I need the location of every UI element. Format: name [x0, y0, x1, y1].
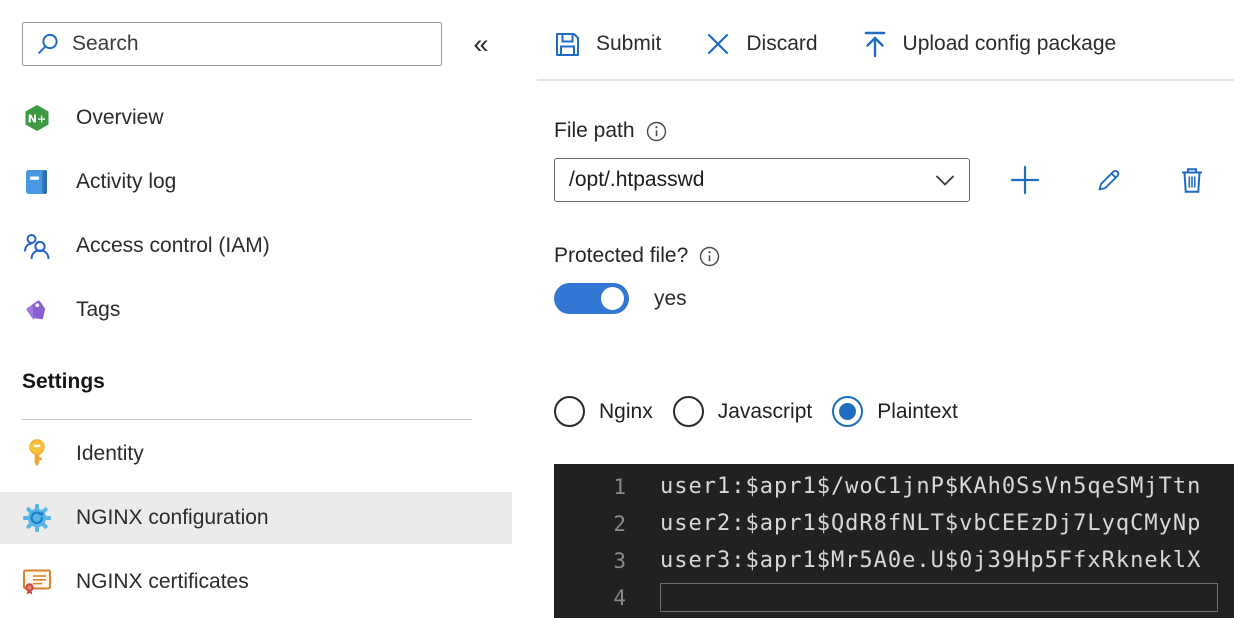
sidebar-item-label: Activity log — [76, 170, 177, 193]
pencil-icon — [1095, 166, 1123, 194]
discard-button[interactable]: Discard — [705, 31, 818, 57]
radio-circle-icon — [832, 396, 864, 427]
nginx-configuration-panel: Submit Discard Upload config package Fil… — [537, 0, 1234, 618]
sidebar-item-label: Access control (IAM) — [76, 234, 270, 257]
radio-label: Javascript — [717, 399, 813, 423]
editor-current-line-box[interactable] — [660, 583, 1218, 612]
editor-line[interactable]: 1 user1:$apr1$/woC1jnP$KAh0SsVn5qeSMjTtn — [554, 468, 1234, 505]
sidebar-item-tags[interactable]: Tags — [0, 288, 512, 332]
sidebar-item-label: Identity — [76, 442, 144, 465]
radio-nginx[interactable]: Nginx — [554, 396, 653, 427]
protected-file-label: Protected file? — [554, 244, 689, 267]
sidebar-item-overview[interactable]: N+ Overview — [0, 96, 512, 140]
radio-label: Plaintext — [877, 399, 958, 423]
editor-line[interactable]: 2 user2:$apr1$QdR8fNLT$vbCEEzDj7LyqCMyNp — [554, 505, 1234, 542]
sidebar-item-label: Tags — [76, 298, 121, 321]
settings-divider — [22, 419, 472, 420]
sidebar-item-identity[interactable]: Identity — [0, 432, 512, 476]
certificate-icon — [22, 567, 52, 597]
sidebar: « N+ Overview Activity log — [0, 0, 512, 618]
edit-file-button[interactable] — [1086, 158, 1132, 202]
sidebar-item-access-control[interactable]: Access control (IAM) — [0, 224, 512, 268]
search-icon — [36, 32, 60, 56]
upload-label: Upload config package — [902, 32, 1117, 55]
radio-circle-icon — [554, 396, 585, 427]
discard-label: Discard — [746, 32, 818, 55]
info-icon[interactable] — [699, 246, 720, 267]
code-editor[interactable]: 1 user1:$apr1$/woC1jnP$KAh0SsVn5qeSMjTtn… — [554, 464, 1234, 618]
line-number: 1 — [613, 474, 626, 499]
sidebar-search-box[interactable] — [22, 22, 442, 66]
radio-plaintext[interactable]: Plaintext — [832, 396, 958, 427]
settings-section-heading: Settings — [22, 370, 105, 393]
sidebar-item-label: NGINX certificates — [76, 570, 249, 593]
sidebar-item-activity-log[interactable]: Activity log — [0, 160, 512, 204]
line-number: 2 — [613, 511, 626, 536]
close-icon — [705, 31, 731, 57]
protected-file-state: yes — [654, 286, 687, 310]
editor-line[interactable]: 4 — [554, 579, 1234, 616]
file-path-label-row: File path — [554, 119, 667, 143]
plus-icon — [1009, 164, 1041, 196]
submit-button[interactable]: Submit — [554, 31, 661, 58]
nginx-logo-icon: N+ — [22, 103, 52, 133]
line-text: user1:$apr1$/woC1jnP$KAh0SsVn5qeSMjTtn — [660, 474, 1202, 499]
add-file-button[interactable] — [1002, 158, 1048, 202]
save-icon — [554, 31, 581, 58]
sidebar-item-nginx-configuration[interactable]: NGINX configuration — [0, 492, 512, 544]
info-icon[interactable] — [646, 121, 667, 142]
radio-circle-icon — [672, 396, 704, 427]
sidebar-item-label: Overview — [76, 106, 164, 129]
delete-file-button[interactable] — [1169, 158, 1215, 202]
upload-config-package-button[interactable]: Upload config package — [862, 30, 1117, 58]
radio-label: Nginx — [599, 399, 653, 423]
submit-label: Submit — [596, 32, 662, 55]
trash-icon — [1179, 166, 1205, 194]
line-text: user3:$apr1$Mr5A0e.U$0j39Hp5FfxRkneklX — [660, 548, 1202, 573]
file-path-label: File path — [554, 119, 635, 142]
file-format-radio-group: Nginx Javascript Plaintext — [554, 396, 958, 427]
command-bar: Submit Discard Upload config package — [554, 20, 1116, 68]
activity-log-icon — [22, 167, 52, 197]
sidebar-item-nginx-certificates[interactable]: NGINX certificates — [0, 560, 512, 604]
protected-file-toggle[interactable] — [554, 283, 629, 314]
collapse-sidebar-icon[interactable]: « — [460, 24, 502, 64]
upload-icon — [862, 30, 888, 58]
svg-text:N+: N+ — [28, 113, 46, 126]
key-icon — [22, 439, 52, 469]
toolbar-divider — [537, 79, 1234, 81]
editor-line[interactable]: 3 user3:$apr1$Mr5A0e.U$0j39Hp5FfxRkneklX — [554, 542, 1234, 579]
search-input[interactable] — [72, 32, 412, 56]
protected-file-toggle-row: yes — [554, 283, 687, 314]
gear-icon — [22, 503, 52, 533]
chevron-down-icon — [935, 174, 955, 187]
line-number: 3 — [613, 548, 626, 573]
access-control-icon — [22, 231, 52, 261]
protected-file-label-row: Protected file? — [554, 244, 720, 268]
file-path-dropdown[interactable]: /opt/.htpasswd — [554, 158, 970, 202]
radio-javascript[interactable]: Javascript — [672, 396, 813, 427]
line-number: 4 — [613, 585, 626, 610]
sidebar-item-label: NGINX configuration — [76, 506, 269, 529]
toggle-knob — [601, 287, 624, 310]
file-path-value: /opt/.htpasswd — [569, 168, 705, 191]
line-text: user2:$apr1$QdR8fNLT$vbCEEzDj7LyqCMyNp — [660, 511, 1202, 536]
tag-icon — [22, 295, 52, 325]
